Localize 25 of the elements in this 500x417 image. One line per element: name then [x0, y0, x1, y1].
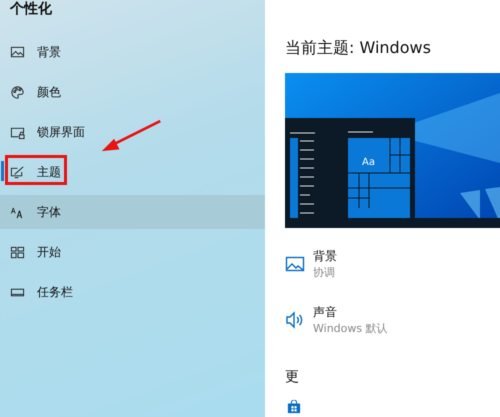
- palette-icon: [10, 84, 25, 100]
- sidebar-item[interactable]: 开始: [0, 232, 265, 272]
- preview-text: Aa: [362, 157, 375, 168]
- sidebar-item[interactable]: 主题: [0, 152, 265, 192]
- sidebar-item[interactable]: 字体: [0, 195, 265, 229]
- brush-icon: [10, 164, 25, 180]
- setting-title: 声音: [313, 304, 338, 320]
- sidebar-item[interactable]: 任务栏: [0, 272, 265, 312]
- image-icon: [285, 254, 305, 274]
- setting-title: 背景: [313, 248, 337, 264]
- grid-icon: [10, 244, 25, 260]
- current-theme-heading: 当前主题: Windows: [285, 38, 432, 58]
- setting-value: Windows 默认: [313, 320, 388, 336]
- selection-indicator: [1, 161, 4, 181]
- sidebar-item[interactable]: 锁屏界面: [0, 112, 265, 152]
- sidebar-item[interactable]: 颜色: [0, 72, 265, 112]
- speaker-icon: [285, 310, 305, 330]
- theme-setting-link[interactable]: 声音 Windows 默认: [285, 302, 388, 338]
- sidebar-title: 个性化: [8, 1, 53, 17]
- sidebar-item[interactable]: 背景: [0, 32, 265, 72]
- store-icon[interactable]: [287, 400, 301, 414]
- theme-setting-link[interactable]: 背景 协调: [285, 246, 337, 282]
- section-heading: 更: [285, 368, 299, 386]
- setting-value: 协调: [313, 264, 336, 280]
- image-icon: [10, 44, 25, 60]
